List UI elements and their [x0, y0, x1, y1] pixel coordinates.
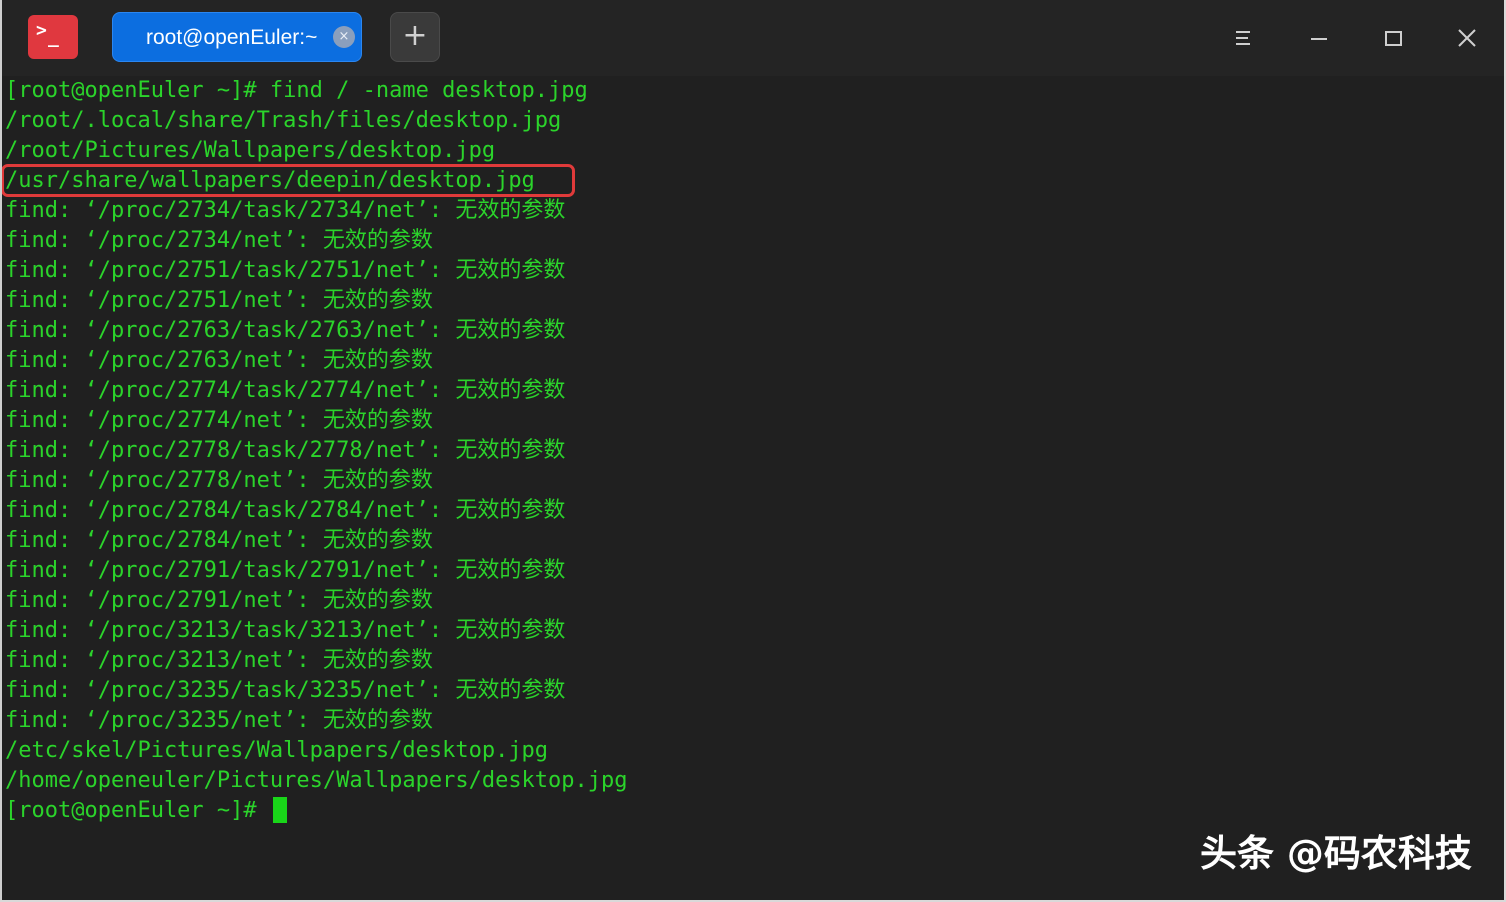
terminal-line: find: ‘/proc/2778/net’: 无效的参数 [5, 468, 433, 493]
tab-label: root@openEuler:~ [146, 26, 318, 49]
tab-root-openeuler[interactable]: root@openEuler:~ × [112, 12, 362, 62]
terminal-window: > _ root@openEuler:~ × + [root@openEuler… [0, 0, 1506, 902]
close-icon[interactable] [1449, 20, 1485, 56]
terminal-line: find: ‘/proc/2774/net’: 无效的参数 [5, 408, 433, 433]
maximize-icon[interactable] [1375, 20, 1411, 56]
watermark: 头条 @码农科技 [1200, 832, 1472, 875]
terminal-line: find: ‘/proc/2751/net’: 无效的参数 [5, 288, 433, 313]
terminal-line: find: ‘/proc/2784/task/2784/net’: 无效的参数 [5, 498, 566, 523]
new-tab-button[interactable]: + [390, 12, 440, 62]
terminal-prompt-icon[interactable]: > _ [28, 15, 78, 59]
terminal-line: find: ‘/proc/3213/task/3213/net’: 无效的参数 [5, 618, 566, 643]
highlight-annotation-box [1, 164, 575, 197]
terminal-line: /home/openeuler/Pictures/Wallpapers/desk… [5, 768, 628, 793]
terminal-output[interactable]: [root@openEuler ~]# /home/openeuler/Pict… [0, 76, 1506, 902]
terminal-line: /root/Pictures/Wallpapers/desktop.jpg [5, 138, 496, 163]
terminal-line: find: ‘/proc/3235/net’: 无效的参数 [5, 708, 433, 733]
terminal-line: [root@openEuler ~]# [5, 798, 270, 823]
terminal-line: find: ‘/proc/2791/net’: 无效的参数 [5, 588, 433, 613]
terminal-line: find: ‘/proc/2774/task/2774/net’: 无效的参数 [5, 378, 566, 403]
terminal-line: find: ‘/proc/2734/task/2734/net’: 无效的参数 [5, 198, 566, 223]
terminal-line: find: ‘/proc/2763/net’: 无效的参数 [5, 348, 433, 373]
hamburger-menu-icon[interactable] [1225, 20, 1261, 56]
minimize-icon[interactable] [1301, 20, 1337, 56]
terminal-line: [root@openEuler ~]# find / -name desktop… [5, 78, 588, 103]
terminal-line: find: ‘/proc/2751/task/2751/net’: 无效的参数 [5, 258, 566, 283]
terminal-line: find: ‘/proc/3213/net’: 无效的参数 [5, 648, 433, 673]
terminal-line: find: ‘/proc/2791/task/2791/net’: 无效的参数 [5, 558, 566, 583]
terminal-line: /etc/skel/Pictures/Wallpapers/desktop.jp… [5, 738, 549, 763]
title-bar: > _ root@openEuler:~ × + [0, 0, 1506, 76]
window-border-left [0, 0, 2, 902]
terminal-line: find: ‘/proc/2784/net’: 无效的参数 [5, 528, 433, 553]
terminal-line: find: ‘/proc/2778/task/2778/net’: 无效的参数 [5, 438, 566, 463]
terminal-line: find: ‘/proc/2763/task/2763/net’: 无效的参数 [5, 318, 566, 343]
terminal-line: find: ‘/proc/3235/task/3235/net’: 无效的参数 [5, 678, 566, 703]
terminal-cursor [273, 797, 287, 823]
terminal-line: find: ‘/proc/2734/net’: 无效的参数 [5, 228, 433, 253]
terminal-line: /root/.local/share/Trash/files/desktop.j… [5, 108, 562, 133]
tab-close-icon[interactable]: × [333, 26, 355, 48]
